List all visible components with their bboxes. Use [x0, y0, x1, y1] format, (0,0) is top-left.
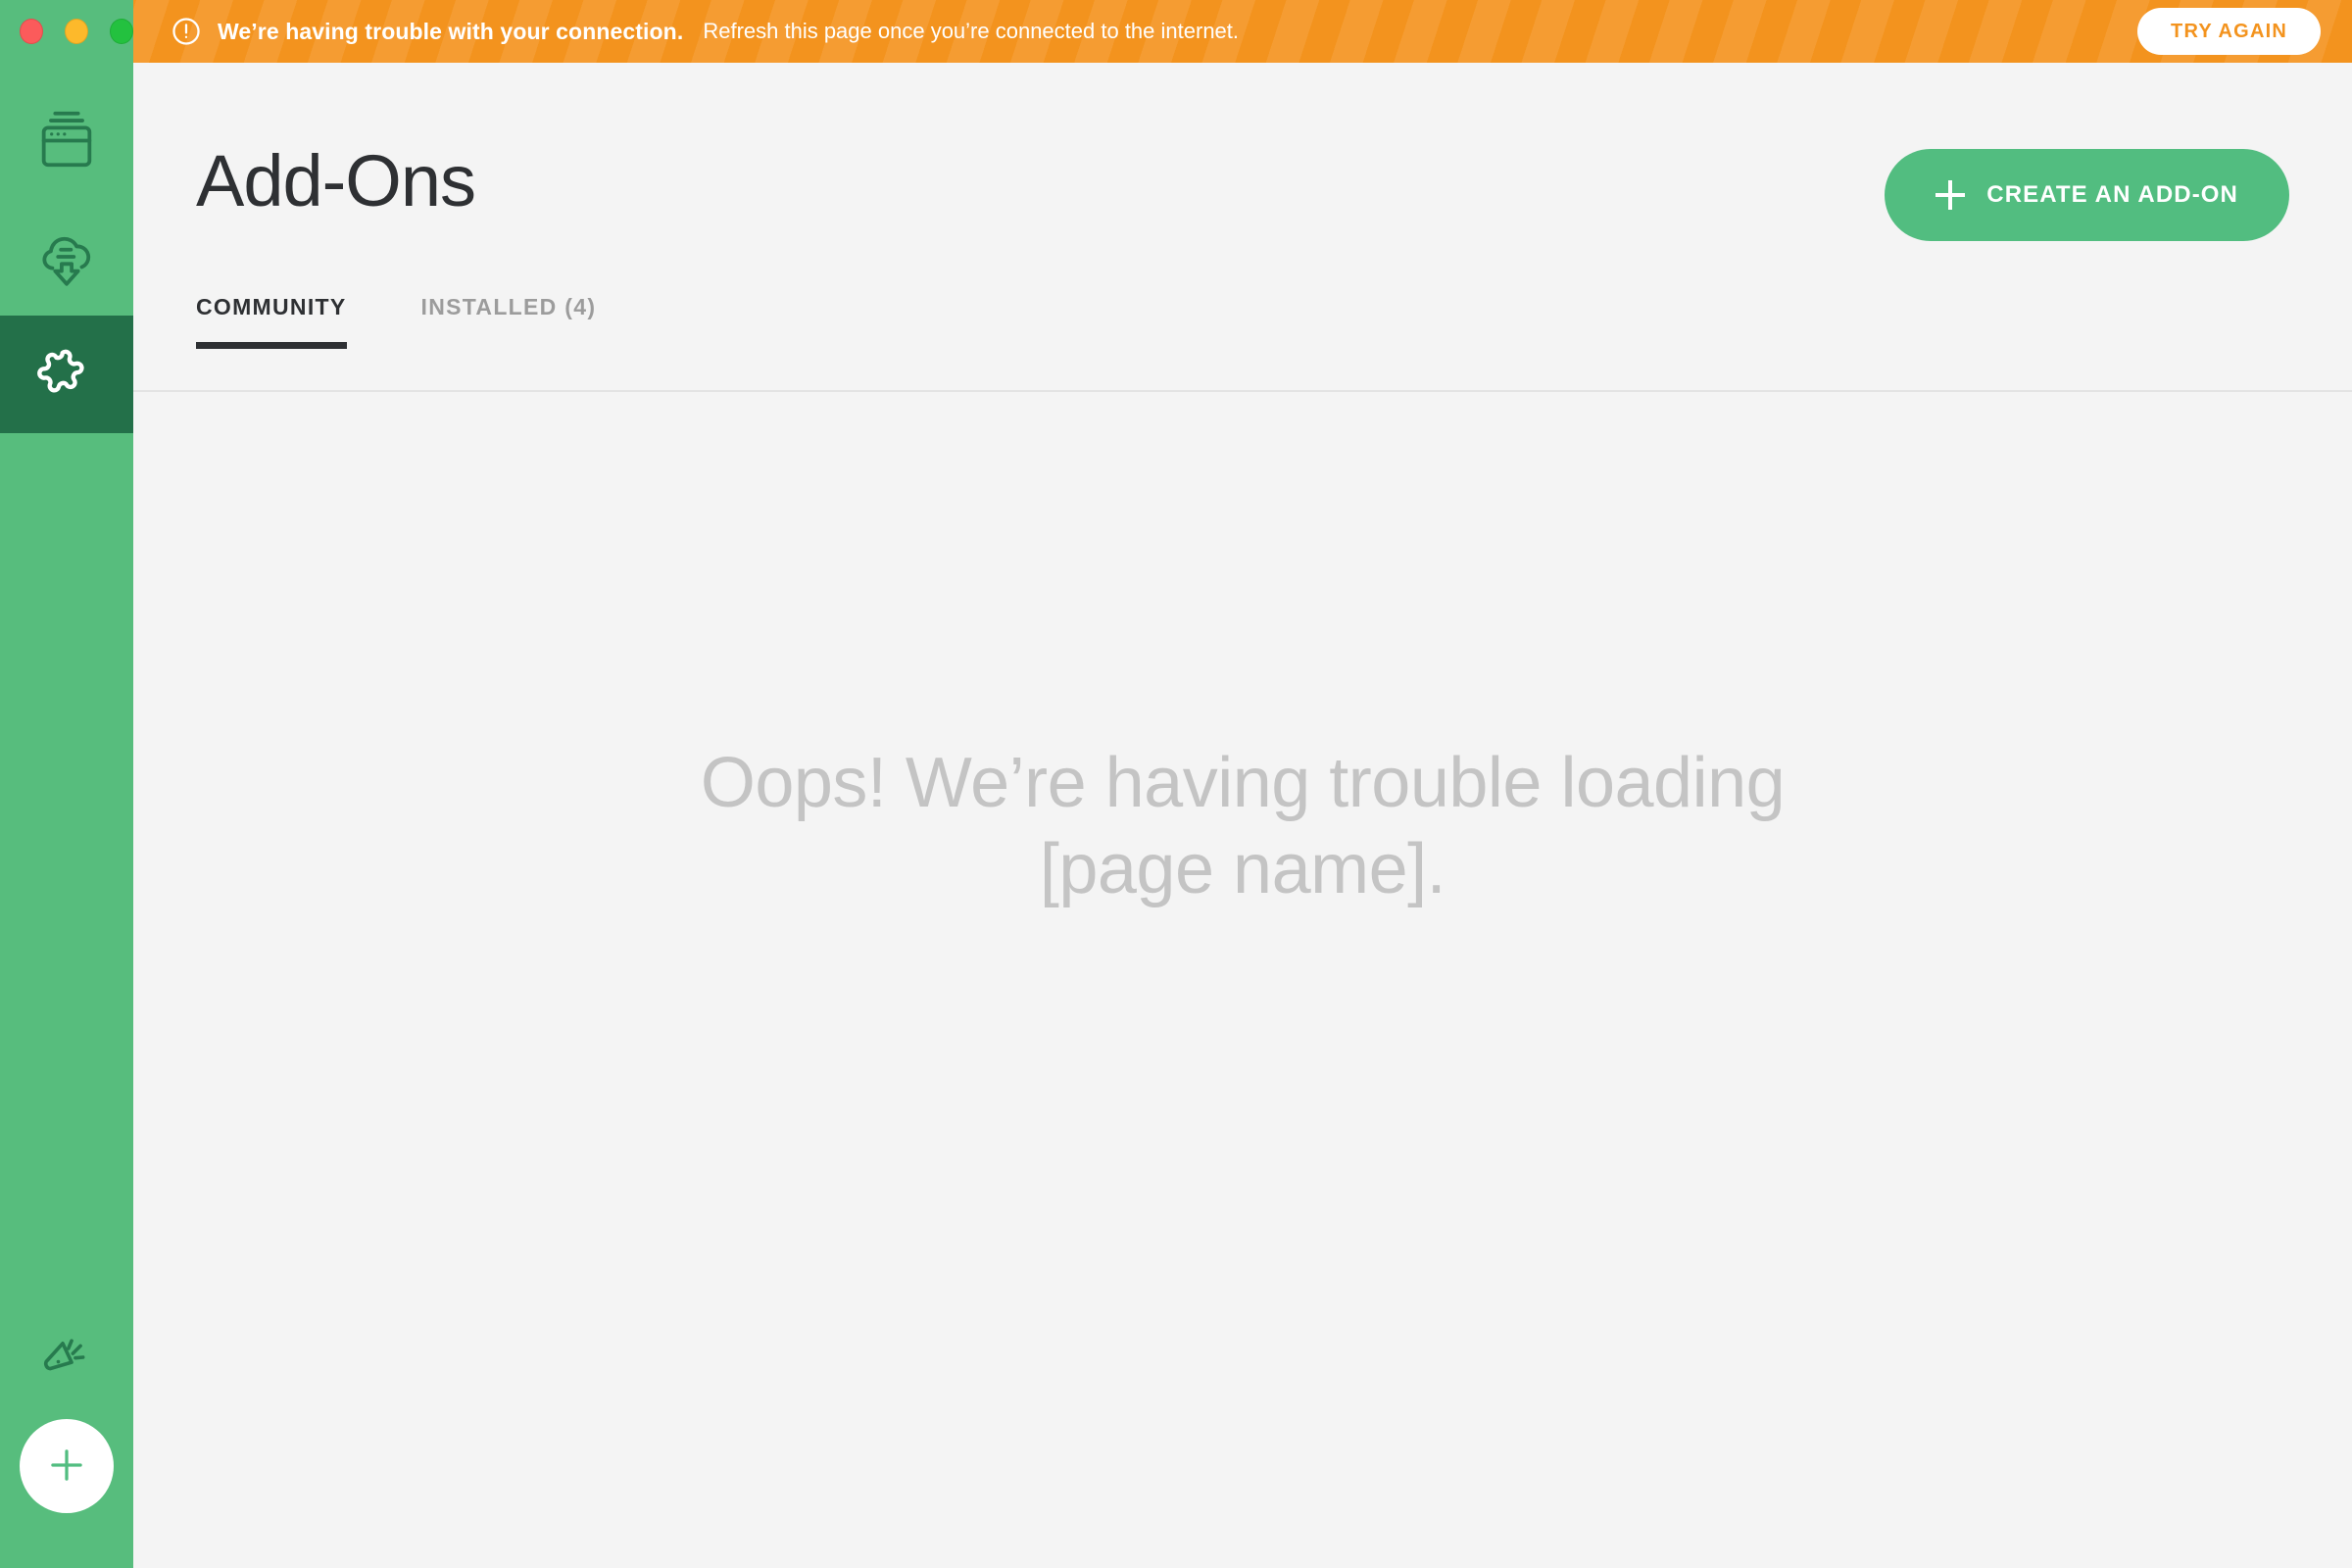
create-add-on-button[interactable]: CREATE AN ADD-ON — [1885, 149, 2289, 241]
tab-community[interactable]: COMMUNITY — [196, 294, 347, 349]
header-divider — [133, 390, 2352, 392]
sidebar-item-add-ons[interactable] — [0, 316, 133, 433]
try-again-button[interactable]: TRY AGAIN — [2137, 8, 2321, 55]
puzzle-piece-icon — [32, 340, 101, 409]
sidebar-item-announcements[interactable] — [0, 1303, 133, 1419]
minimize-window-button[interactable] — [65, 19, 88, 44]
megaphone-icon — [32, 1327, 101, 1396]
create-add-on-label: CREATE AN ADD-ON — [1986, 181, 2238, 208]
browser-windows-icon — [32, 105, 101, 173]
main-area: We’re having trouble with your connectio… — [133, 0, 2352, 1568]
alert-circle-icon — [171, 16, 202, 47]
create-fab-button[interactable] — [20, 1419, 114, 1513]
empty-state-message: Oops! We’re having trouble loading [page… — [700, 744, 1786, 908]
cloud-download-icon — [32, 222, 101, 291]
app-window: We’re having trouble with your connectio… — [0, 0, 2352, 1568]
sidebar-item-pages[interactable] — [0, 80, 133, 198]
sidebar-item-downloads[interactable] — [0, 198, 133, 316]
sidebar-bottom-group — [0, 1303, 133, 1568]
close-window-button[interactable] — [20, 19, 43, 44]
tab-installed[interactable]: INSTALLED (4) — [421, 294, 597, 349]
sidebar — [0, 0, 133, 1568]
page-header: Add-Ons CREATE AN ADD-ON COMMUNITY INSTA… — [133, 63, 2352, 392]
banner-headline: We’re having trouble with your connectio… — [218, 18, 684, 44]
header-top-row: Add-Ons CREATE AN ADD-ON — [196, 63, 2289, 241]
content-area: Oops! We’re having trouble loading [page… — [133, 392, 2352, 1568]
banner-subtext: Refresh this page once you’re connected … — [703, 19, 1240, 43]
sidebar-nav — [0, 80, 133, 433]
page-title: Add-Ons — [196, 140, 476, 221]
plus-icon — [41, 1440, 92, 1494]
tab-bar: COMMUNITY INSTALLED (4) — [196, 294, 2289, 349]
zoom-window-button[interactable] — [110, 19, 133, 44]
plus-icon — [1936, 180, 1966, 210]
connection-error-banner: We’re having trouble with your connectio… — [133, 0, 2352, 63]
window-traffic-lights — [0, 0, 133, 63]
